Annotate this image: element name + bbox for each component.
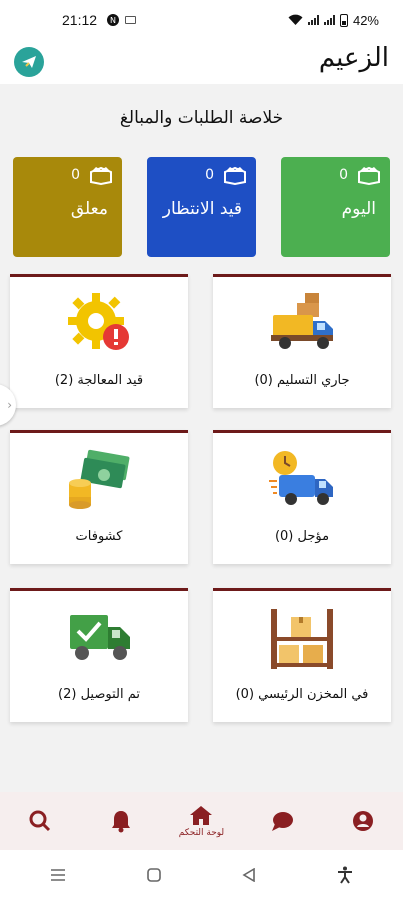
stat-label: اليوم xyxy=(341,199,376,219)
card-label: كشوفات xyxy=(75,529,123,544)
status-time: 21:12 xyxy=(62,12,98,28)
card-processing[interactable]: قيد المعالجة (2) xyxy=(10,274,188,408)
signal-icon xyxy=(307,15,319,25)
card-statements[interactable]: كشوفات xyxy=(10,430,188,564)
box-icon xyxy=(358,166,380,185)
search-icon xyxy=(29,810,51,832)
home-icon xyxy=(190,806,213,825)
notification-icon: N xyxy=(107,14,120,26)
summary-title: خلاصة الطلبات والمبالغ xyxy=(119,108,284,128)
accessibility-button[interactable] xyxy=(325,860,365,890)
home-square-icon xyxy=(146,868,161,882)
stat-card-suspended[interactable]: 0 معلق xyxy=(13,157,122,257)
stat-label: قيد الانتظار xyxy=(162,199,242,219)
chat-icon xyxy=(272,812,294,831)
screen-cast-icon xyxy=(125,16,137,24)
warehouse-shelf-icon xyxy=(271,609,333,669)
stat-card-today[interactable]: 0 اليوم xyxy=(281,157,390,257)
card-delivered[interactable]: تم التوصيل (2) xyxy=(10,588,188,722)
money-coins-icon xyxy=(69,449,130,509)
accessibility-icon xyxy=(338,866,353,884)
stat-count: 0 xyxy=(71,167,80,183)
battery-icon xyxy=(339,13,348,27)
card-main-warehouse[interactable]: في المخزن الرئيسي (0) xyxy=(213,588,391,722)
nav-dashboard[interactable]: لوحة التحكم xyxy=(171,804,231,838)
stat-card-pending[interactable]: 0 قيد الانتظار xyxy=(147,157,256,257)
box-icon xyxy=(90,166,112,185)
card-postponed[interactable]: مؤجل (0) xyxy=(213,430,391,564)
card-label: جاري التسليم (0) xyxy=(254,373,350,388)
bell-icon xyxy=(111,811,130,833)
card-in-delivery[interactable]: جاري التسليم (0) xyxy=(213,274,391,408)
delivery-truck-icon xyxy=(271,293,333,349)
recent-apps-button[interactable] xyxy=(38,860,78,890)
nav-chat[interactable] xyxy=(252,810,312,832)
gear-alert-icon xyxy=(68,293,129,350)
system-nav-bar xyxy=(0,850,403,900)
back-triangle-icon xyxy=(242,868,256,882)
stat-label: معلق xyxy=(70,199,108,219)
nav-search[interactable] xyxy=(10,809,70,833)
app-logo-icon[interactable] xyxy=(14,47,44,77)
back-button[interactable] xyxy=(229,860,269,890)
stat-count: 0 xyxy=(205,167,214,183)
box-icon xyxy=(224,166,246,185)
card-label: قيد المعالجة (2) xyxy=(54,373,144,388)
recent-apps-icon xyxy=(50,869,65,881)
home-button[interactable] xyxy=(134,860,174,890)
nav-profile[interactable] xyxy=(333,810,393,832)
wifi-icon xyxy=(288,14,303,25)
stat-count: 0 xyxy=(339,167,348,183)
app-header: الزعيم xyxy=(0,40,403,84)
card-label: في المخزن الرئيسي (0) xyxy=(235,687,369,702)
battery-level: 42% xyxy=(352,12,379,28)
status-bar: 21:12 N 42% xyxy=(0,0,403,40)
signal-icon-2 xyxy=(323,15,335,25)
chevron-right-icon: › xyxy=(7,398,12,412)
card-label: مؤجل (0) xyxy=(274,529,330,544)
bottom-nav: لوحة التحكم xyxy=(0,792,403,850)
delayed-truck-icon xyxy=(269,451,333,505)
delivered-truck-icon xyxy=(70,615,130,660)
nav-notifications[interactable] xyxy=(91,809,151,833)
card-label: تم التوصيل (2) xyxy=(58,687,140,702)
nav-dashboard-label: لوحة التحكم xyxy=(178,828,225,838)
app-title: الزعيم xyxy=(318,43,389,73)
user-icon xyxy=(352,811,373,831)
